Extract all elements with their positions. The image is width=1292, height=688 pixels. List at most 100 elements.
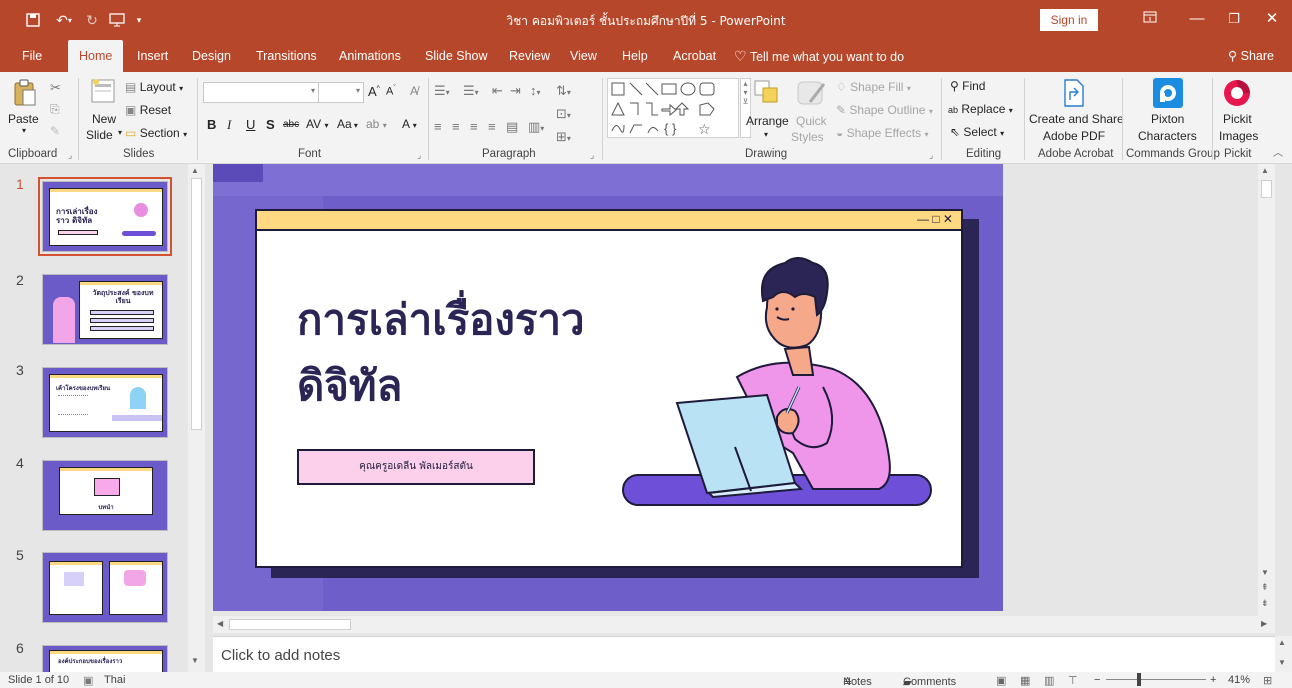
slide-thumbnail-2[interactable]: วัตถุประสงค์ ของบทเรียน xyxy=(42,274,168,345)
font-size-input[interactable]: ▾ xyxy=(318,82,364,103)
sign-in-button[interactable]: Sign in xyxy=(1040,9,1098,31)
scroll-right-icon[interactable]: ▶ xyxy=(1261,619,1267,628)
collapse-ribbon-icon[interactable]: ︿ xyxy=(1273,144,1283,159)
shadow-icon[interactable]: S xyxy=(266,117,275,132)
next-slide-icon[interactable]: ⇟ xyxy=(1261,598,1269,609)
scroll-up-icon[interactable]: ▲ xyxy=(191,166,199,175)
font-color-icon[interactable]: A ▾ xyxy=(402,117,417,131)
replace-button[interactable]: ab Replace ▾ xyxy=(948,102,1013,116)
paste-label[interactable]: Paste xyxy=(8,112,39,126)
quick-styles-label-2[interactable]: Styles xyxy=(791,130,824,144)
shapes-gallery[interactable]: { } ☆ xyxy=(607,78,739,138)
tab-view[interactable]: View xyxy=(570,40,597,72)
tab-transitions[interactable]: Transitions xyxy=(256,40,317,72)
fit-to-window-icon[interactable]: ⊞ xyxy=(1263,674,1272,687)
paste-dropdown-icon[interactable]: ▾ xyxy=(22,126,26,135)
section-button[interactable]: ▭ Section ▾ xyxy=(125,126,187,140)
tab-animations[interactable]: Animations xyxy=(339,40,401,72)
change-case-button[interactable]: Aa ▾ xyxy=(337,117,358,131)
align-text-icon[interactable]: ⊡▾ xyxy=(556,106,571,122)
language-indicator[interactable]: Thai xyxy=(104,674,125,686)
line-spacing-icon[interactable]: ↕▾ xyxy=(530,83,541,98)
new-slide-label-2[interactable]: Slide xyxy=(86,128,113,142)
tab-home[interactable]: Home xyxy=(68,40,124,72)
tell-me-search[interactable]: ♡ Tell me what you want to do xyxy=(734,40,904,72)
scroll-up-icon[interactable]: ▲ xyxy=(1278,638,1286,647)
highlight-color-icon[interactable]: ab ▾ xyxy=(366,117,387,131)
pickit-label-1[interactable]: Pickit xyxy=(1223,112,1252,126)
character-spacing-icon[interactable]: AV ▾ xyxy=(306,117,328,131)
new-slide-dropdown-icon[interactable]: ▾ xyxy=(118,128,122,137)
minimize-icon[interactable]: — xyxy=(1185,8,1209,30)
slide-thumbnail-3[interactable]: เค้าโครงของบทเรียน xyxy=(42,367,168,438)
tab-help[interactable]: Help xyxy=(622,40,648,72)
reading-view-icon[interactable]: ▥ xyxy=(1044,674,1054,687)
paste-button[interactable] xyxy=(12,78,38,111)
slide-thumbnail-1[interactable]: การเล่าเรื่องราว ดิจิทัล xyxy=(38,177,172,256)
quick-styles-icon[interactable] xyxy=(796,78,828,111)
thumbnail-scroll-thumb[interactable] xyxy=(191,178,202,430)
decrease-indent-icon[interactable]: ⇤ xyxy=(492,83,503,99)
drawing-launcher-icon[interactable]: ⌟ xyxy=(929,150,933,161)
justify-icon[interactable]: ≡ xyxy=(488,119,496,134)
decrease-font-icon[interactable]: Aˇ xyxy=(386,85,396,98)
slide-vertical-scrollbar[interactable]: ▲ ▼ ⇞ ⇟ xyxy=(1258,164,1275,616)
cut-icon[interactable]: ✂ xyxy=(50,80,61,96)
scroll-up-icon[interactable]: ▲ xyxy=(1261,166,1269,175)
create-pdf-icon[interactable] xyxy=(1061,78,1087,111)
layout-button[interactable]: ▤ Layout ▾ xyxy=(125,80,183,94)
spell-check-icon[interactable]: ▣ xyxy=(83,674,93,687)
slide-thumbnail-5[interactable] xyxy=(42,552,168,623)
tab-insert[interactable]: Insert xyxy=(137,40,168,72)
tab-file[interactable]: File xyxy=(22,40,42,72)
previous-slide-icon[interactable]: ⇞ xyxy=(1261,582,1269,593)
thumbnail-scrollbar[interactable]: ▲ ▼ xyxy=(188,164,205,672)
slide-sorter-icon[interactable]: ▦ xyxy=(1020,674,1030,687)
zoom-level[interactable]: 41% xyxy=(1228,674,1250,686)
slide-thumbnail-6[interactable]: องค์ประกอบของเรื่องราว xyxy=(42,645,168,672)
scroll-down-icon[interactable]: ▼ xyxy=(191,656,199,665)
tab-review[interactable]: Review xyxy=(509,40,550,72)
ribbon-display-options-icon[interactable] xyxy=(1138,8,1162,30)
increase-indent-icon[interactable]: ⇥ xyxy=(510,83,521,99)
zoom-slider-track[interactable] xyxy=(1106,679,1206,680)
find-button[interactable]: ⚲ Find xyxy=(950,79,985,93)
pixton-icon[interactable] xyxy=(1153,78,1183,108)
arrange-icon[interactable] xyxy=(752,78,782,109)
slide-thumbnail-4[interactable]: บทนำ xyxy=(42,460,168,531)
shape-effects-button[interactable]: ◒ Shape Effects ▾ xyxy=(836,126,928,140)
format-painter-icon[interactable]: ✎ xyxy=(50,124,60,138)
scroll-down-icon[interactable]: ▼ xyxy=(1261,568,1269,577)
slide-scroll-thumb[interactable] xyxy=(1261,180,1272,198)
notes-pane[interactable]: Click to add notes xyxy=(213,636,1292,673)
pixton-label-2[interactable]: Characters xyxy=(1138,129,1197,143)
pixton-label-1[interactable]: Pixton xyxy=(1151,112,1184,126)
tab-acrobat[interactable]: Acrobat xyxy=(673,40,716,72)
slide-horizontal-scrollbar[interactable]: ◀ ▶ xyxy=(213,616,1275,633)
create-pdf-label-2[interactable]: Adobe PDF xyxy=(1043,129,1105,143)
normal-view-icon[interactable]: ▣ xyxy=(996,674,1006,687)
bold-icon[interactable]: B xyxy=(207,117,216,132)
arrange-label[interactable]: Arrange xyxy=(746,114,789,128)
slide-title[interactable]: การเล่าเรื่องราว ดิจิทัล xyxy=(297,287,627,419)
align-left-icon[interactable]: ≡ xyxy=(434,119,442,134)
columns-icon[interactable]: ▥▾ xyxy=(528,119,544,135)
reset-button[interactable]: ▣ Reset xyxy=(125,103,171,117)
scroll-down-icon[interactable]: ▼ xyxy=(1278,658,1286,667)
copy-icon[interactable]: ⎘ xyxy=(50,102,60,117)
arrange-dropdown-icon[interactable]: ▾ xyxy=(764,130,768,139)
tab-slide-show[interactable]: Slide Show xyxy=(425,40,488,72)
quick-styles-label-1[interactable]: Quick xyxy=(796,114,827,128)
text-direction-icon[interactable]: ⇅▾ xyxy=(556,83,571,99)
author-box[interactable]: คุณครูอเดลีน พัลเมอร์สตัน xyxy=(297,449,535,485)
horizontal-scroll-thumb[interactable] xyxy=(229,619,351,630)
center-icon[interactable]: ≡ xyxy=(452,119,460,134)
zoom-slider-thumb[interactable] xyxy=(1137,673,1141,686)
strikethrough-icon[interactable]: abc xyxy=(283,119,299,130)
shape-outline-button[interactable]: ✎ Shape Outline ▾ xyxy=(836,103,933,117)
close-icon[interactable]: ✕ xyxy=(1260,8,1284,30)
notes-scrollbar[interactable]: ▲ ▼ xyxy=(1275,636,1292,672)
shape-fill-button[interactable]: ♢ Shape Fill ▾ xyxy=(836,80,911,94)
underline-icon[interactable]: U xyxy=(246,117,255,132)
font-name-input[interactable]: ▾ xyxy=(203,82,319,103)
